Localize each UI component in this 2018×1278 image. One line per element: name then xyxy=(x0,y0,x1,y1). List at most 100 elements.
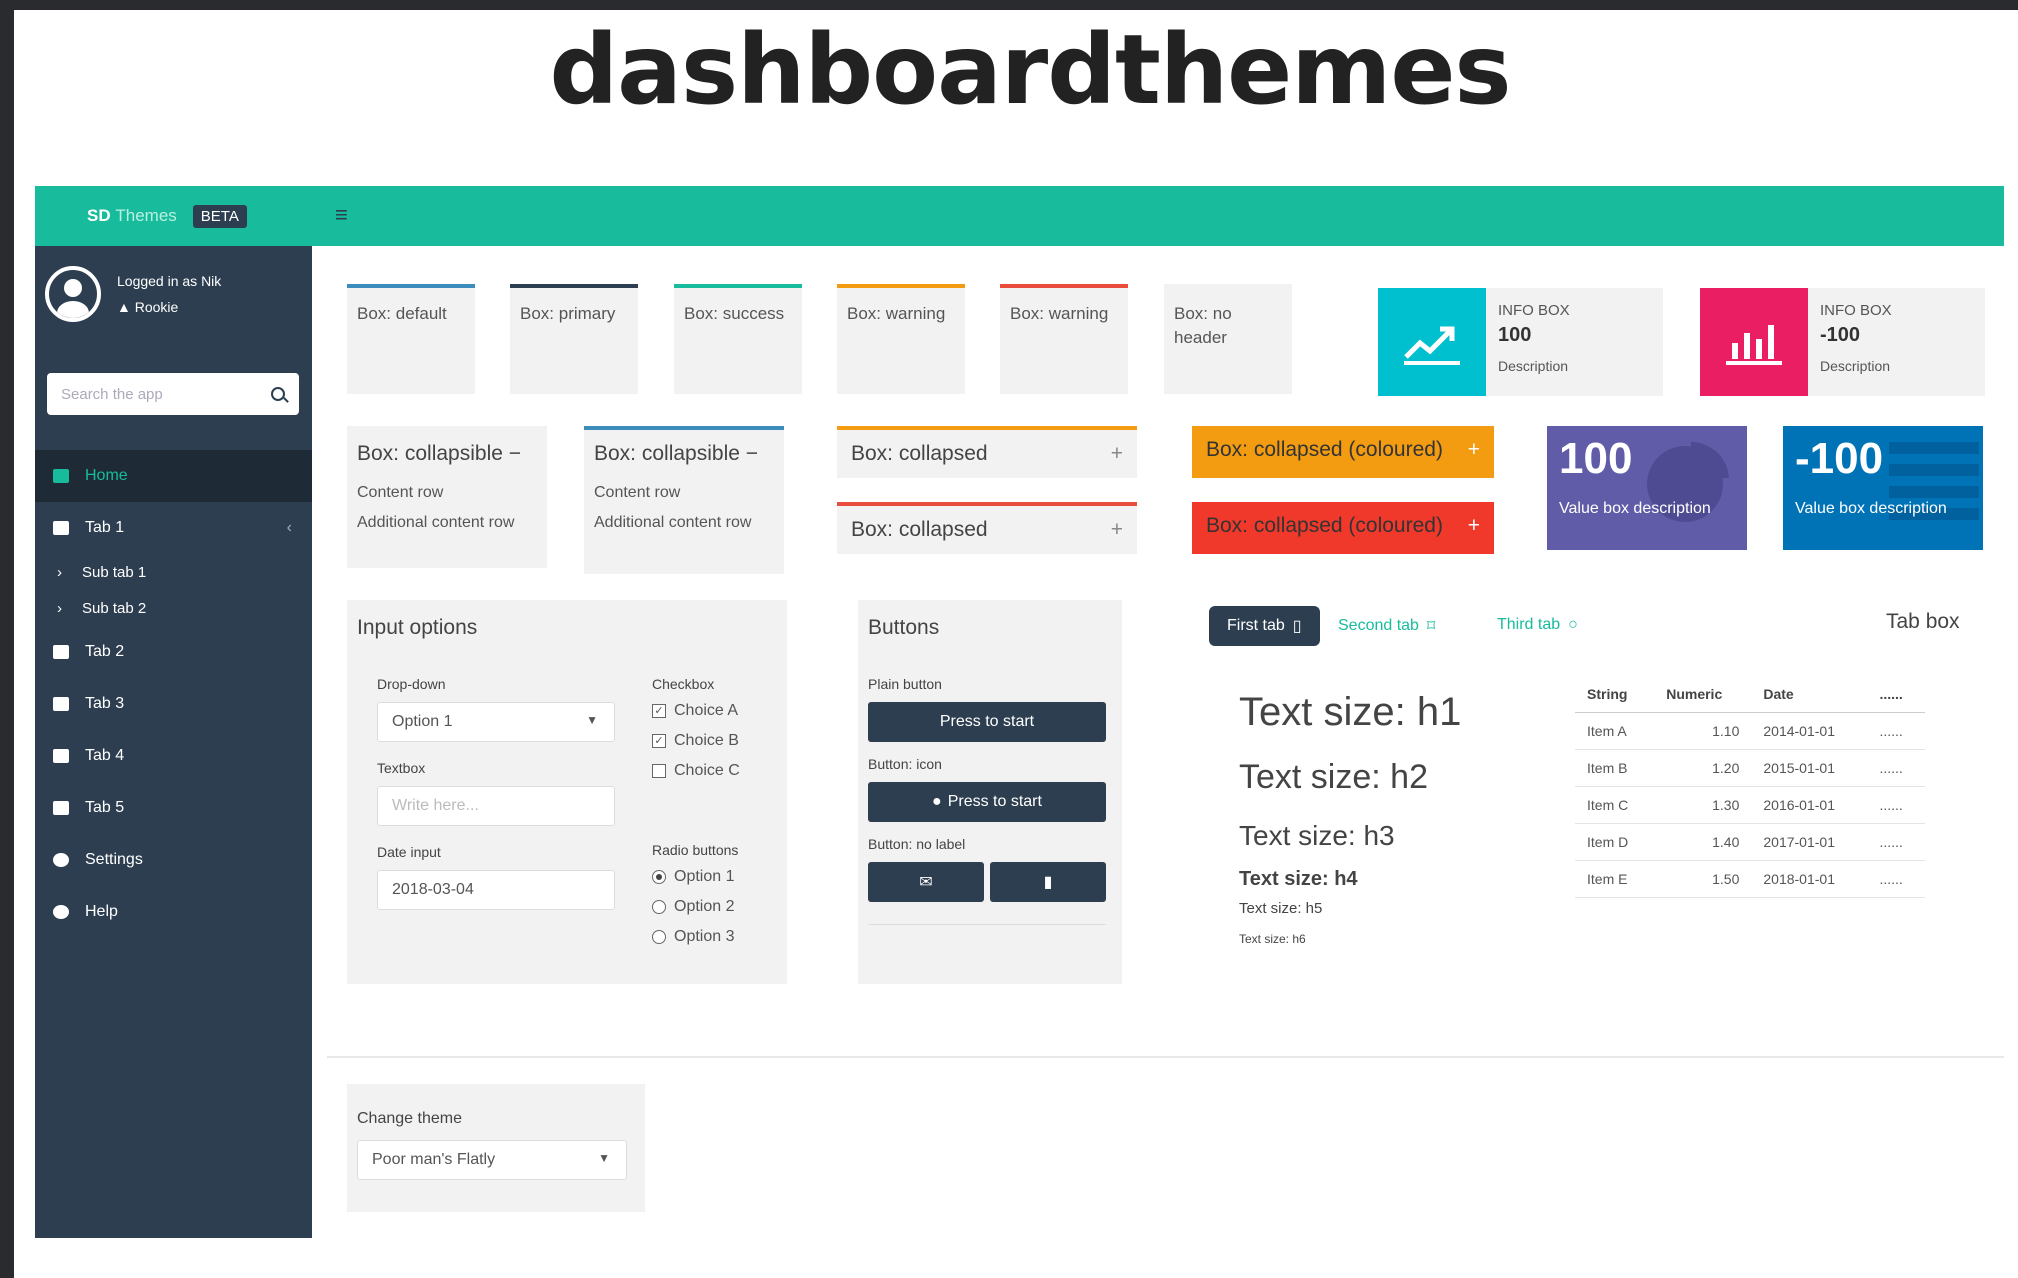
sidebar-item-tab-1[interactable]: Tab 1 ‹ xyxy=(35,502,312,554)
box-title: Box: collapsed xyxy=(851,442,988,465)
line-chart-icon xyxy=(1378,288,1486,396)
sidebar-item-label: Tab 1 xyxy=(85,519,125,536)
sidebar-item-tab-5[interactable]: Tab 5 xyxy=(35,782,312,834)
column-header[interactable]: String xyxy=(1575,676,1655,713)
envelope-icon: ✉ xyxy=(919,874,933,891)
sidebar-item-label: Settings xyxy=(85,851,143,868)
table-cell: Item E xyxy=(1575,860,1655,898)
box-divider xyxy=(868,924,1106,925)
text-size-h5: Text size: h5 xyxy=(1239,900,1323,917)
radio-option-3[interactable]: Option 3 xyxy=(652,928,734,946)
checkbox-choice-c[interactable]: Choice C xyxy=(652,762,740,780)
textbox-input[interactable]: Write here... xyxy=(377,786,615,826)
checkbox-empty-icon[interactable] xyxy=(652,764,666,778)
box-collapsed-coloured: Box: collapsed (coloured) + xyxy=(1192,426,1494,478)
sidebar-search-input[interactable]: Search the app xyxy=(47,373,299,415)
app-logo[interactable]: SD Themes BETA xyxy=(35,186,312,246)
tab-label: Second tab xyxy=(1338,617,1419,634)
table-row: Item D 1.40 2017-01-01...... xyxy=(1575,823,1925,861)
checkbox-choice-b[interactable]: ✓ Choice B xyxy=(652,732,739,750)
sidebar-item-tab-2[interactable]: Tab 2 xyxy=(35,626,312,678)
hamburger-menu-icon[interactable]: ≡ xyxy=(335,202,348,228)
icon-button[interactable]: ● Press to start xyxy=(868,782,1106,822)
tab-first[interactable]: First tab ▯ xyxy=(1209,606,1320,646)
radio-empty-icon[interactable] xyxy=(652,900,666,914)
dashboard-icon xyxy=(53,469,69,483)
text-size-h2: Text size: h2 xyxy=(1239,758,1428,796)
sidebar-item-help[interactable]: Help xyxy=(35,886,312,938)
file-icon: ▯ xyxy=(1292,618,1302,635)
sidebar-item-tab-3[interactable]: Tab 3 xyxy=(35,678,312,730)
envelope-button[interactable]: ✉ xyxy=(868,862,984,902)
theme-value: Poor man's Flatly xyxy=(372,1151,496,1168)
checkbox-label: Choice C xyxy=(674,762,740,779)
theme-label: Change theme xyxy=(357,1110,462,1127)
checkbox-choice-a[interactable]: ✓ Choice A xyxy=(652,702,738,720)
trash-icon: ▮ xyxy=(1043,874,1053,891)
box-title: Box: collapsed (coloured) xyxy=(1206,514,1443,537)
radio-option-2[interactable]: Option 2 xyxy=(652,898,734,916)
table-cell: ...... xyxy=(1867,786,1925,824)
checkbox-checked-icon[interactable]: ✓ xyxy=(652,734,666,748)
box-title: Box: warning xyxy=(1010,304,1109,323)
box-collapsed: Box: collapsed + xyxy=(837,502,1137,554)
dropdown-value: Option 1 xyxy=(392,713,453,730)
table-row: Item C 1.30 2016-01-01...... xyxy=(1575,786,1925,824)
content-row: Content row xyxy=(594,484,681,501)
search-icon[interactable] xyxy=(271,387,285,401)
sidebar-item-tab-4[interactable]: Tab 4 xyxy=(35,730,312,782)
date-input[interactable]: 2018-03-04 xyxy=(377,870,615,910)
box-title: Box: no header xyxy=(1174,304,1232,347)
sidebar-item-label: Help xyxy=(85,903,118,920)
date-value: 2018-03-04 xyxy=(392,881,474,898)
text-size-h3: Text size: h3 xyxy=(1239,820,1395,851)
box-collapsible: Box: collapsible − Content row Additiona… xyxy=(347,426,547,568)
theme-select[interactable]: Poor man's Flatly ▼ xyxy=(357,1140,627,1180)
minus-icon[interactable]: − xyxy=(746,442,758,465)
table-row: Item A 1.10 2014-01-01...... xyxy=(1575,712,1925,750)
column-header[interactable]: ...... xyxy=(1867,676,1925,713)
plus-icon[interactable]: + xyxy=(1111,518,1123,542)
radio-selected-icon[interactable] xyxy=(652,870,666,884)
box-title: Box: collapsed xyxy=(851,518,988,541)
users-icon xyxy=(53,521,69,535)
table-cell: 1.40 xyxy=(1654,823,1752,861)
value-box-value: 100 xyxy=(1559,434,1633,483)
plus-icon[interactable]: + xyxy=(1468,514,1480,542)
radio-empty-icon[interactable] xyxy=(652,930,666,944)
plus-icon[interactable]: + xyxy=(1468,438,1480,466)
user-rank: Rookie xyxy=(134,299,179,315)
box-danger: Box: warning xyxy=(1000,284,1128,394)
button-label: Press to start xyxy=(939,713,1035,730)
tab-second[interactable]: Second tab ⌑ xyxy=(1338,616,1435,636)
tab-label: First tab xyxy=(1227,617,1285,634)
sidebar-item-sub-tab-2[interactable]: › Sub tab 2 xyxy=(35,590,312,626)
plain-button[interactable]: Press to start xyxy=(868,702,1106,742)
table-row: Item B 1.20 2015-01-01...... xyxy=(1575,749,1925,787)
circle-icon: ○ xyxy=(1568,616,1578,633)
bookmark-icon: ⌑ xyxy=(1426,618,1436,635)
minus-icon[interactable]: − xyxy=(509,442,521,465)
checkbox-checked-icon[interactable]: ✓ xyxy=(652,704,666,718)
box-header: Box: collapsible − xyxy=(584,430,784,478)
beta-badge: BETA xyxy=(192,204,247,228)
top-header-bar: SD Themes BETA ≡ xyxy=(35,186,2004,246)
dashboard-app: SD Themes BETA ≡ Logged in as Nik ▲ Rook… xyxy=(35,186,2004,1238)
radio-option-1[interactable]: Option 1 xyxy=(652,868,734,886)
plain-button-label: Plain button xyxy=(868,676,942,692)
sidebar-item-home[interactable]: Home xyxy=(35,450,312,502)
sidebar-item-sub-tab-1[interactable]: › Sub tab 1 xyxy=(35,554,312,590)
sidebar-item-settings[interactable]: Settings xyxy=(35,834,312,886)
button-label: Press to start xyxy=(947,793,1042,810)
table-cell: ...... xyxy=(1867,749,1925,787)
tab-third[interactable]: Third tab ○ xyxy=(1497,616,1578,634)
box-header: Box: collapsible − xyxy=(347,430,547,478)
trash-button[interactable]: ▮ xyxy=(990,862,1106,902)
dropdown-select[interactable]: Option 1 ▼ xyxy=(377,702,615,742)
column-header[interactable]: Numeric xyxy=(1654,676,1752,713)
sidebar-item-label: Home xyxy=(85,467,128,484)
plus-icon[interactable]: + xyxy=(1111,442,1123,466)
main-content: Box: default Box: primary Box: success B… xyxy=(312,246,2004,1238)
table-icon xyxy=(53,697,69,711)
column-header[interactable]: Date xyxy=(1751,676,1868,713)
